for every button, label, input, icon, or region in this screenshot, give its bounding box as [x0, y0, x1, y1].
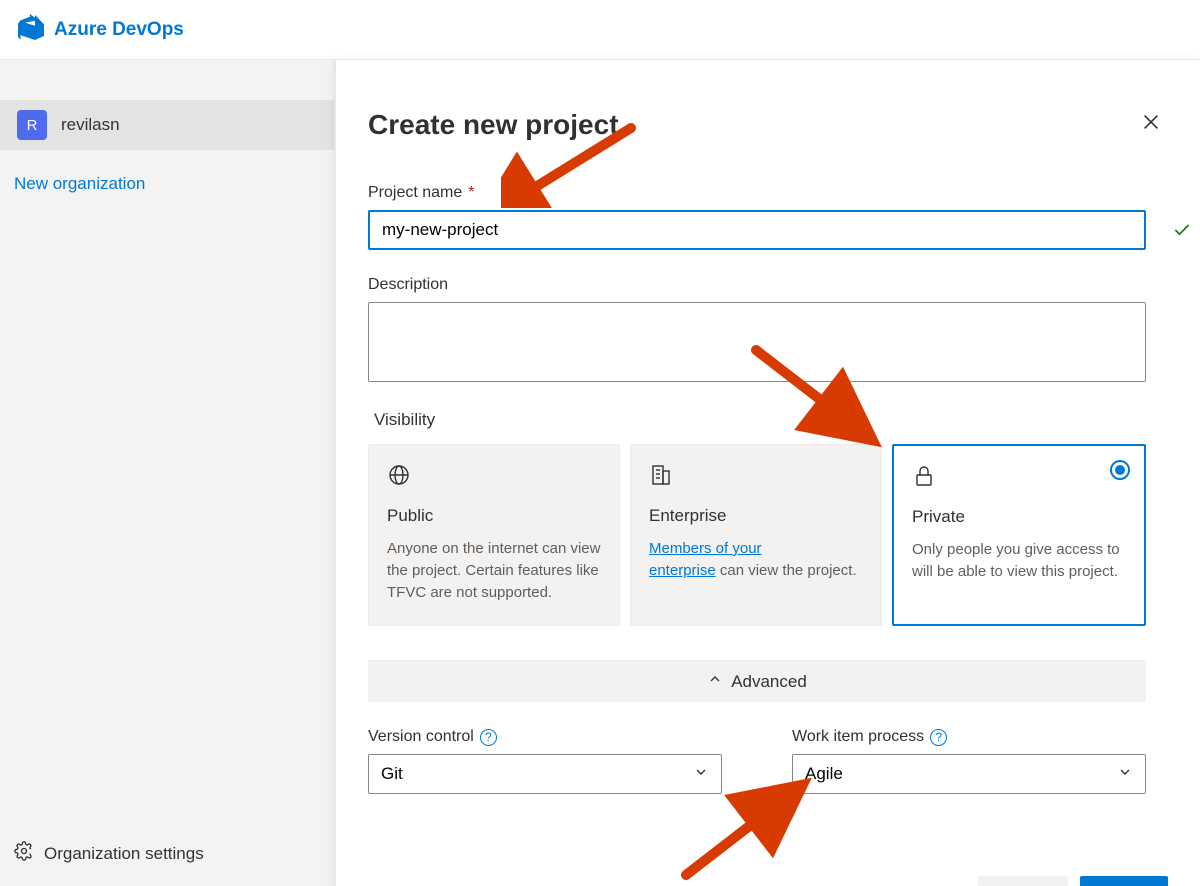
version-control-column: Version control ? Git [368, 720, 722, 794]
globe-icon [387, 463, 601, 492]
azure-devops-icon [18, 14, 44, 46]
advanced-fields: Version control ? Git Work item process … [368, 720, 1146, 794]
work-item-process-label-text: Work item process [792, 728, 924, 746]
required-marker: * [468, 184, 474, 202]
help-icon[interactable]: ? [480, 729, 497, 746]
visibility-public-desc: Anyone on the internet can view the proj… [387, 538, 601, 603]
create-project-dialog: Create new project Project name * Descri… [335, 60, 1200, 886]
work-item-process-select[interactable]: Agile [792, 754, 1146, 794]
chevron-down-icon [693, 764, 709, 785]
brand-label: Azure DevOps [54, 19, 184, 41]
close-button[interactable] [1134, 105, 1168, 144]
enterprise-link-line1: Members of your [649, 540, 762, 557]
advanced-toggle[interactable]: Advanced [368, 660, 1146, 702]
chevron-up-icon [707, 671, 723, 692]
work-item-process-label: Work item process ? [792, 728, 1146, 746]
visibility-private-title: Private [912, 507, 1126, 527]
work-item-process-column: Work item process ? Agile [792, 720, 1146, 794]
visibility-section: Visibility Public Anyone on the internet… [368, 410, 1168, 626]
project-name-label-text: Project name [368, 184, 462, 202]
visibility-label: Visibility [374, 410, 1168, 430]
version-control-label-text: Version control [368, 728, 474, 746]
lock-icon [912, 464, 1126, 493]
chevron-down-icon [1117, 764, 1133, 785]
sidebar: R revilasn New organization Organization… [0, 60, 335, 886]
visibility-enterprise-desc: Members of your enterprise can view the p… [649, 538, 863, 582]
gear-icon [14, 841, 34, 866]
description-textarea[interactable] [368, 302, 1146, 382]
org-name-label: revilasn [61, 115, 120, 135]
project-name-input[interactable] [368, 210, 1146, 250]
work-item-process-value: Agile [805, 764, 843, 784]
checkmark-icon [1172, 220, 1192, 245]
organization-settings-link[interactable]: Organization settings [0, 827, 334, 886]
visibility-option-private[interactable]: Private Only people you give access to w… [892, 444, 1146, 626]
version-control-label: Version control ? [368, 728, 722, 746]
visibility-private-desc: Only people you give access to will be a… [912, 539, 1126, 583]
body: R revilasn New organization Organization… [0, 60, 1200, 886]
radio-indicator [1110, 460, 1130, 480]
brand-link[interactable]: Azure DevOps [18, 14, 184, 46]
enterprise-desc-post: can view the project. [716, 562, 857, 579]
sidebar-org-item[interactable]: R revilasn [0, 100, 334, 150]
org-avatar: R [17, 110, 47, 140]
version-control-value: Git [381, 764, 403, 784]
close-icon [1140, 120, 1162, 137]
cancel-button[interactable]: Cancel [978, 876, 1068, 886]
dialog-title: Create new project [368, 109, 619, 141]
visibility-option-enterprise[interactable]: Enterprise Members of your enterprise can… [630, 444, 882, 626]
visibility-public-title: Public [387, 506, 601, 526]
help-icon[interactable]: ? [930, 729, 947, 746]
enterprise-link-line2: enterprise [649, 562, 716, 579]
visibility-option-public[interactable]: Public Anyone on the internet can view t… [368, 444, 620, 626]
project-name-label: Project name * [368, 184, 1168, 202]
description-label: Description [368, 276, 1168, 294]
new-organization-link[interactable]: New organization [0, 150, 334, 218]
create-button[interactable]: Create [1080, 876, 1168, 886]
top-bar: Azure DevOps [0, 0, 1200, 60]
visibility-options: Public Anyone on the internet can view t… [368, 444, 1146, 626]
version-control-select[interactable]: Git [368, 754, 722, 794]
organization-settings-label: Organization settings [44, 844, 204, 864]
building-icon [649, 463, 863, 492]
advanced-label: Advanced [731, 672, 807, 692]
project-name-row [368, 210, 1168, 250]
dialog-footer: Cancel Create [368, 876, 1168, 886]
visibility-enterprise-title: Enterprise [649, 506, 863, 526]
